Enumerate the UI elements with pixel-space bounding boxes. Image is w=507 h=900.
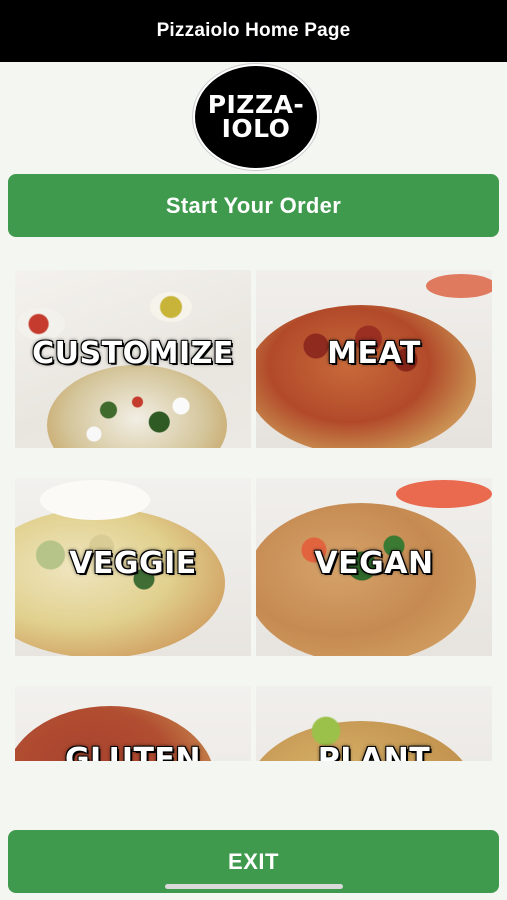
category-label-veggie: VEGGIE (69, 546, 197, 581)
category-label-vegan: VEGAN (314, 546, 434, 581)
category-grid: CUSTOMIZE MEAT VEGGIE VEGAN GLUTEN PLANT (0, 268, 507, 761)
home-indicator (165, 884, 343, 889)
category-tile-meat[interactable]: MEAT (256, 270, 492, 448)
category-label-gluten: GLUTEN (64, 742, 202, 761)
category-tile-veggie[interactable]: VEGGIE (15, 478, 251, 656)
pizzaiolo-logo: PIZZA- IOLO (193, 64, 319, 170)
page-header: Pizzaiolo Home Page (0, 0, 507, 62)
category-label-customize: CUSTOMIZE (32, 336, 234, 371)
category-tile-vegan[interactable]: VEGAN (256, 478, 492, 656)
category-label-meat: MEAT (327, 336, 421, 371)
logo-line-2: IOLO (221, 114, 291, 143)
page-title: Pizzaiolo Home Page (156, 20, 351, 41)
category-tile-customize[interactable]: CUSTOMIZE (15, 270, 251, 448)
category-label-plant: PLANT (317, 742, 431, 761)
category-tile-gluten[interactable]: GLUTEN (15, 686, 251, 761)
start-order-button[interactable]: Start Your Order (8, 174, 499, 237)
category-tile-plant[interactable]: PLANT (256, 686, 492, 761)
